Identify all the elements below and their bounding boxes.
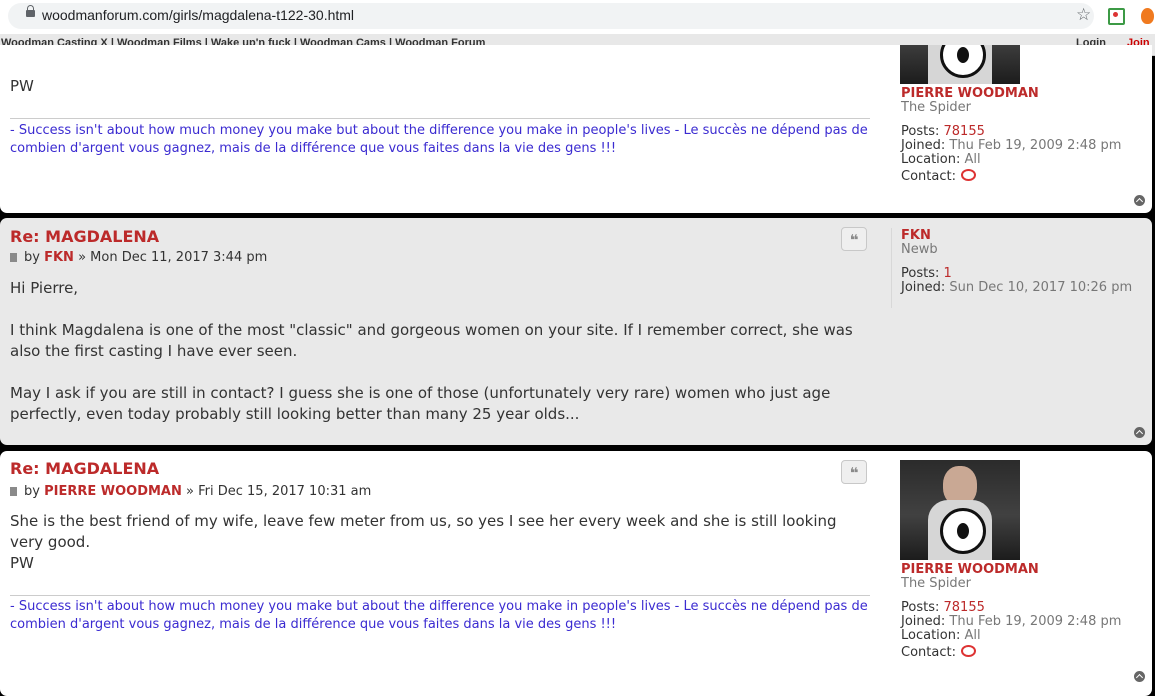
joined-date: Sun Dec 10, 2017 10:26 pm [949, 280, 1133, 295]
address-bar[interactable]: woodmanforum.com/girls/magdalena-t122-30… [8, 3, 1094, 29]
post-pierre-woodman-1: PW - Success isn't about how much money … [0, 45, 1152, 213]
post-fkn: Re: MAGDALENA by FKN » Mon Dec 11, 2017 … [0, 218, 1152, 445]
contact-chat-icon[interactable] [960, 169, 976, 181]
spider-icon [957, 47, 969, 63]
location-label: Location: [901, 628, 961, 643]
username[interactable]: PIERRE WOODMAN [901, 562, 1039, 577]
post-meta: by PIERRE WOODMAN » Fri Dec 15, 2017 10:… [10, 484, 371, 499]
quote-button[interactable]: ❝ [841, 227, 867, 251]
by-label: by [24, 484, 40, 499]
post-icon[interactable] [10, 253, 17, 262]
posts-count[interactable]: 1 [944, 266, 952, 281]
joined-date: Thu Feb 19, 2009 2:48 pm [949, 138, 1122, 153]
spider-icon [957, 523, 969, 539]
user-posts: Posts: 78155 [901, 600, 985, 615]
lock-icon [26, 5, 35, 17]
username[interactable]: FKN [901, 228, 931, 243]
user-posts: Posts: 1 [901, 266, 952, 281]
user-rank: Newb [901, 242, 938, 257]
browser-toolbar: woodmanforum.com/girls/magdalena-t122-30… [0, 0, 1155, 34]
quote-button[interactable]: ❝ [841, 460, 867, 484]
user-joined: Joined: Thu Feb 19, 2009 2:48 pm [901, 138, 1121, 153]
joined-date: Thu Feb 19, 2009 2:48 pm [949, 614, 1122, 629]
firefox-extension-icon[interactable] [1141, 8, 1154, 24]
user-location: Location: All [901, 152, 981, 167]
user-profile: FKN Newb Posts: 1 Joined: Sun Dec 10, 20… [891, 228, 1151, 308]
posts-count[interactable]: 78155 [944, 600, 985, 615]
post-date: » Mon Dec 11, 2017 3:44 pm [78, 250, 268, 265]
signature-divider [10, 118, 870, 119]
back-to-top-icon[interactable] [1134, 195, 1145, 206]
avatar[interactable] [900, 45, 1020, 84]
back-to-top-icon[interactable] [1134, 671, 1145, 682]
user-posts: Posts: 78155 [901, 124, 985, 139]
post-pierre-woodman-2: Re: MAGDALENA by PIERRE WOODMAN » Fri De… [0, 451, 1152, 696]
post-body-para2: I think Magdalena is one of the most "cl… [10, 321, 853, 360]
joined-label: Joined: [901, 614, 946, 629]
post-date: » Fri Dec 15, 2017 10:31 am [186, 484, 372, 499]
user-joined: Joined: Sun Dec 10, 2017 10:26 pm [901, 280, 1132, 295]
post-body-line2: PW [10, 554, 34, 572]
avatar[interactable] [900, 460, 1020, 560]
post-body-line1: Hi Pierre, [10, 279, 79, 297]
post-body-para3: May I ask if you are still in contact? I… [10, 384, 831, 423]
signature-divider [10, 595, 870, 596]
location-label: Location: [901, 152, 961, 167]
joined-label: Joined: [901, 138, 946, 153]
contact-label: Contact: [901, 645, 956, 660]
post-body: PW [10, 77, 34, 95]
location-value: All [964, 628, 981, 643]
posts-label: Posts: [901, 600, 940, 615]
back-to-top-icon[interactable] [1134, 427, 1145, 438]
contact-label: Contact: [901, 169, 956, 184]
post-body-line1: She is the best friend of my wife, leave… [10, 512, 837, 551]
posts-count[interactable]: 78155 [944, 124, 985, 139]
user-contact: Contact: [901, 169, 976, 184]
user-location: Location: All [901, 628, 981, 643]
posts-label: Posts: [901, 124, 940, 139]
pocket-extension-icon[interactable] [1108, 8, 1125, 25]
post-title[interactable]: Re: MAGDALENA [10, 459, 159, 478]
posts-label: Posts: [901, 266, 940, 281]
spider-emblem-icon [940, 508, 986, 554]
contact-chat-icon[interactable] [960, 645, 976, 657]
user-joined: Joined: Thu Feb 19, 2009 2:48 pm [901, 614, 1121, 629]
user-rank: The Spider [901, 100, 972, 115]
user-rank: The Spider [901, 576, 972, 591]
post-meta: by FKN » Mon Dec 11, 2017 3:44 pm [10, 250, 267, 265]
post-icon[interactable] [10, 487, 17, 496]
bookmark-star-icon[interactable]: ☆ [1076, 5, 1091, 25]
post-title[interactable]: Re: MAGDALENA [10, 227, 159, 246]
joined-label: Joined: [901, 280, 946, 295]
post-author[interactable]: PIERRE WOODMAN [44, 484, 182, 499]
post-author[interactable]: FKN [44, 250, 74, 265]
url-text[interactable]: woodmanforum.com/girls/magdalena-t122-30… [42, 7, 354, 23]
location-value: All [964, 152, 981, 167]
username[interactable]: PIERRE WOODMAN [901, 86, 1039, 101]
post-signature: - Success isn't about how much money you… [10, 123, 868, 156]
post-signature: - Success isn't about how much money you… [10, 599, 868, 632]
by-label: by [24, 250, 40, 265]
user-contact: Contact: [901, 645, 976, 660]
